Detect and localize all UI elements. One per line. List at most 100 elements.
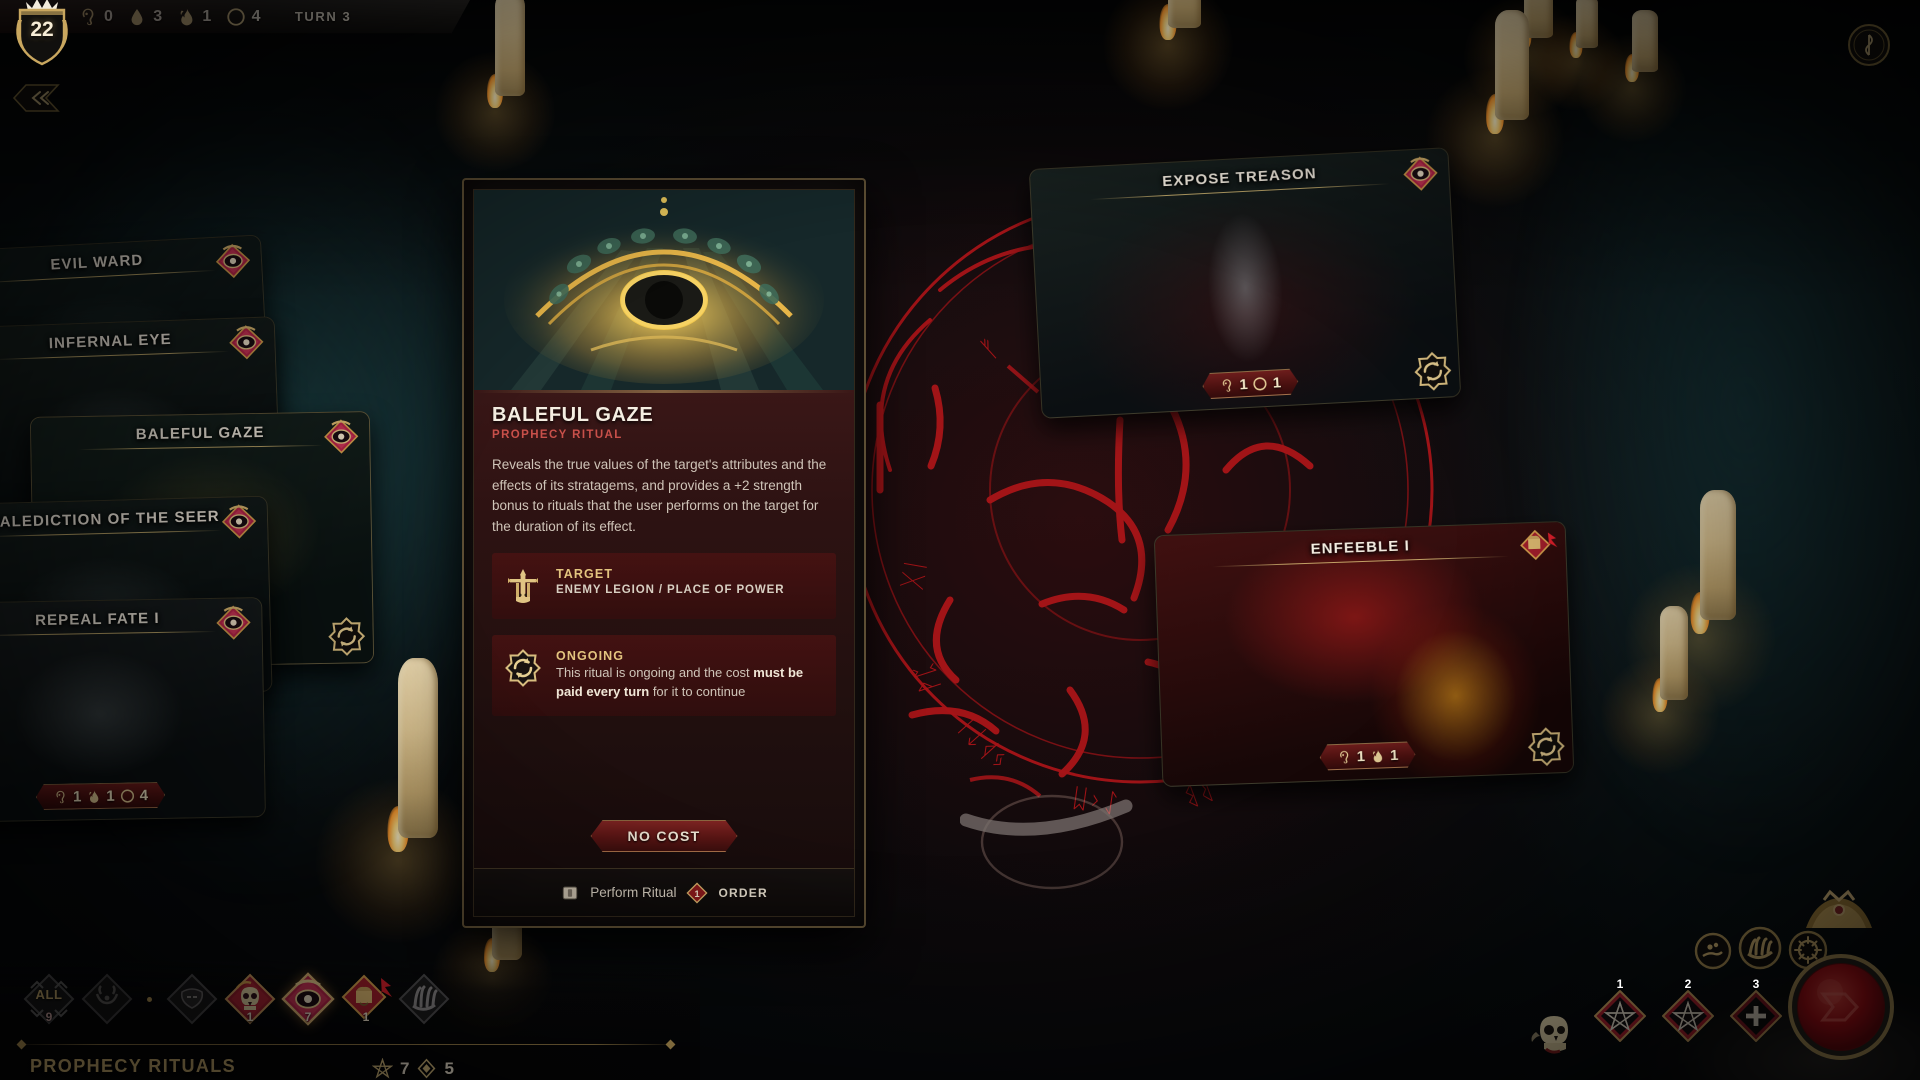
filter-skull-count: 1 bbox=[246, 1010, 254, 1024]
resource-flame: 1 bbox=[176, 7, 211, 27]
hand-coin-icon[interactable] bbox=[1694, 932, 1732, 970]
ongoing-cycle-icon bbox=[326, 616, 367, 657]
moon-icon bbox=[120, 788, 135, 803]
board-card-enfeeble[interactable]: ENFEEBLE I 1 1 bbox=[1153, 520, 1575, 788]
blood-icon bbox=[131, 8, 143, 25]
filter-claw[interactable] bbox=[397, 972, 451, 1026]
filter-mask[interactable] bbox=[165, 972, 219, 1026]
filter-horns[interactable] bbox=[80, 972, 134, 1026]
filter-prophecy-count: 7 bbox=[304, 1010, 312, 1024]
deck-stats: 7 5 bbox=[372, 1058, 454, 1079]
cost-value: 1 bbox=[106, 787, 115, 805]
detail-ongoing-text: ONGOING This ritual is ongoing and the c… bbox=[556, 649, 822, 701]
card-detail-inner: BALEFUL GAZE PROPHECY RITUAL Reveals the… bbox=[473, 189, 855, 917]
resource-value: 3 bbox=[153, 7, 163, 25]
svg-text:1: 1 bbox=[695, 888, 700, 898]
filter-separator-dot bbox=[147, 996, 152, 1002]
cost-value: 1 bbox=[1272, 373, 1282, 392]
detail-card-type: PROPHECY RITUAL bbox=[492, 429, 623, 441]
ongoing-cycle-icon bbox=[504, 649, 542, 687]
deck-stat-value: 7 bbox=[400, 1058, 410, 1078]
soul-icon bbox=[82, 8, 94, 25]
card-cost: 1 1 4 bbox=[36, 782, 165, 810]
keyboard-key-icon bbox=[563, 886, 578, 899]
brush-stroke-decoration bbox=[959, 780, 1150, 900]
resource-value: 4 bbox=[251, 7, 261, 25]
end-turn-button[interactable] bbox=[1788, 954, 1894, 1060]
phase-button-2[interactable]: 2 bbox=[1661, 977, 1715, 1043]
hand-card[interactable]: REPEAL FATE I 1 1 4 bbox=[0, 597, 266, 823]
ongoing-text-after: for it to continue bbox=[649, 684, 746, 700]
board-card-expose-treason[interactable]: EXPOSE TREASON 1 1 bbox=[1028, 147, 1462, 419]
flame-icon bbox=[86, 788, 101, 803]
options-button[interactable] bbox=[1846, 22, 1892, 68]
turn-counter: TURN 3 bbox=[294, 9, 352, 24]
crown-decoration bbox=[1796, 888, 1882, 940]
resource-blood: 3 bbox=[127, 7, 162, 27]
phase-button-3[interactable]: 3 bbox=[1729, 977, 1783, 1043]
filter-all-label: ALL bbox=[35, 987, 63, 1002]
cost-value: 1 bbox=[1389, 746, 1399, 764]
phase-tracker: 1 2 3 bbox=[1593, 977, 1783, 1043]
phase-number: 2 bbox=[1684, 977, 1692, 991]
prophecy-eye-badge bbox=[319, 416, 364, 461]
skull-decoration bbox=[1526, 1002, 1584, 1060]
filter-prophecy[interactable]: 7 bbox=[281, 972, 335, 1026]
filter-skull[interactable]: 1 bbox=[223, 972, 277, 1026]
game-screen: ᚠ ᚦᚱᛁ ᛏᛟᚲ ᛉᚹ ᚷᛁ ᚹᛈ ᛃᚦᛏᛁ ᛇᚲᛖ ᚱᛒ bbox=[0, 0, 1920, 1080]
phase-number: 3 bbox=[1752, 977, 1760, 991]
svg-text:ᚠ: ᚠ bbox=[975, 332, 1007, 365]
filter-wrath-count: 1 bbox=[362, 1010, 370, 1024]
soul-icon bbox=[1336, 749, 1352, 765]
card-detail-body: BALEFUL GAZE PROPHECY RITUAL Reveals the… bbox=[474, 390, 854, 868]
phase-number: 1 bbox=[1616, 977, 1624, 991]
ongoing-text-before: This ritual is ongoing and the cost bbox=[556, 665, 754, 681]
cost-value: 1 bbox=[1239, 375, 1249, 393]
bottom-filter-bar: ALL 9 1 7 1 PROPHECY RITUALS 7 5 bbox=[0, 960, 700, 1080]
card-detail-panel: BALEFUL GAZE PROPHECY RITUAL Reveals the… bbox=[462, 178, 866, 928]
prophecy-eye-badge bbox=[217, 501, 262, 546]
detail-card-description: Reveals the true values of the target's … bbox=[492, 457, 827, 534]
sigil-icon bbox=[418, 1058, 436, 1079]
soul-icon bbox=[53, 789, 68, 804]
resource-value: 1 bbox=[202, 7, 212, 25]
prophecy-eye-badge bbox=[1398, 153, 1444, 199]
svg-text:ᚷᛁ: ᚷᛁ bbox=[897, 555, 932, 591]
detail-target-heading: TARGET bbox=[556, 567, 614, 582]
resource-value: 0 bbox=[104, 7, 114, 25]
player-level-value: 22 bbox=[30, 18, 54, 41]
cost-value: 1 bbox=[1356, 747, 1366, 765]
player-level-crest: 22 bbox=[8, 0, 76, 70]
hand-claw-icon[interactable] bbox=[1738, 926, 1782, 970]
perform-ritual-label[interactable]: Perform Ritual bbox=[590, 885, 676, 900]
detail-target-value: ENEMY LEGION / PLACE OF POWER bbox=[556, 584, 785, 597]
category-title: PROPHECY RITUALS bbox=[30, 1056, 237, 1076]
detail-target-text: TARGET ENEMY LEGION / PLACE OF POWER bbox=[556, 567, 784, 596]
moon-icon bbox=[226, 7, 245, 26]
deck-stat-value: 5 bbox=[444, 1058, 454, 1078]
order-diamond-icon: 1 bbox=[686, 881, 709, 904]
card-cost: 1 1 bbox=[1319, 741, 1416, 770]
resource-souls: 0 bbox=[78, 7, 113, 27]
phase-button-1[interactable]: 1 bbox=[1593, 977, 1647, 1043]
detail-ongoing-block: ONGOING This ritual is ongoing and the c… bbox=[492, 635, 836, 716]
moon-icon bbox=[1252, 375, 1268, 391]
detail-ongoing-heading: ONGOING bbox=[556, 649, 625, 664]
prophecy-eye-badge bbox=[211, 602, 256, 647]
card-detail-art bbox=[474, 190, 854, 390]
sidebar-toggle-button[interactable] bbox=[10, 80, 62, 116]
filter-all[interactable]: ALL 9 bbox=[22, 972, 76, 1026]
sword-target-icon bbox=[504, 567, 542, 605]
card-cost: 1 1 bbox=[1202, 368, 1299, 399]
detail-ongoing-body: This ritual is ongoing and the cost must… bbox=[556, 663, 822, 701]
ongoing-cycle-icon bbox=[1526, 726, 1567, 767]
flame-icon bbox=[1370, 748, 1386, 764]
prophecy-eye-badge bbox=[210, 240, 256, 286]
cost-value: 4 bbox=[139, 786, 149, 804]
ongoing-cycle-icon bbox=[1412, 350, 1454, 392]
order-label: ORDER bbox=[718, 885, 768, 900]
resource-moon: 4 bbox=[226, 7, 261, 27]
cost-button[interactable]: NO COST bbox=[591, 820, 738, 852]
filter-divider bbox=[20, 1044, 672, 1045]
filter-wrath[interactable]: 1 bbox=[339, 972, 393, 1026]
